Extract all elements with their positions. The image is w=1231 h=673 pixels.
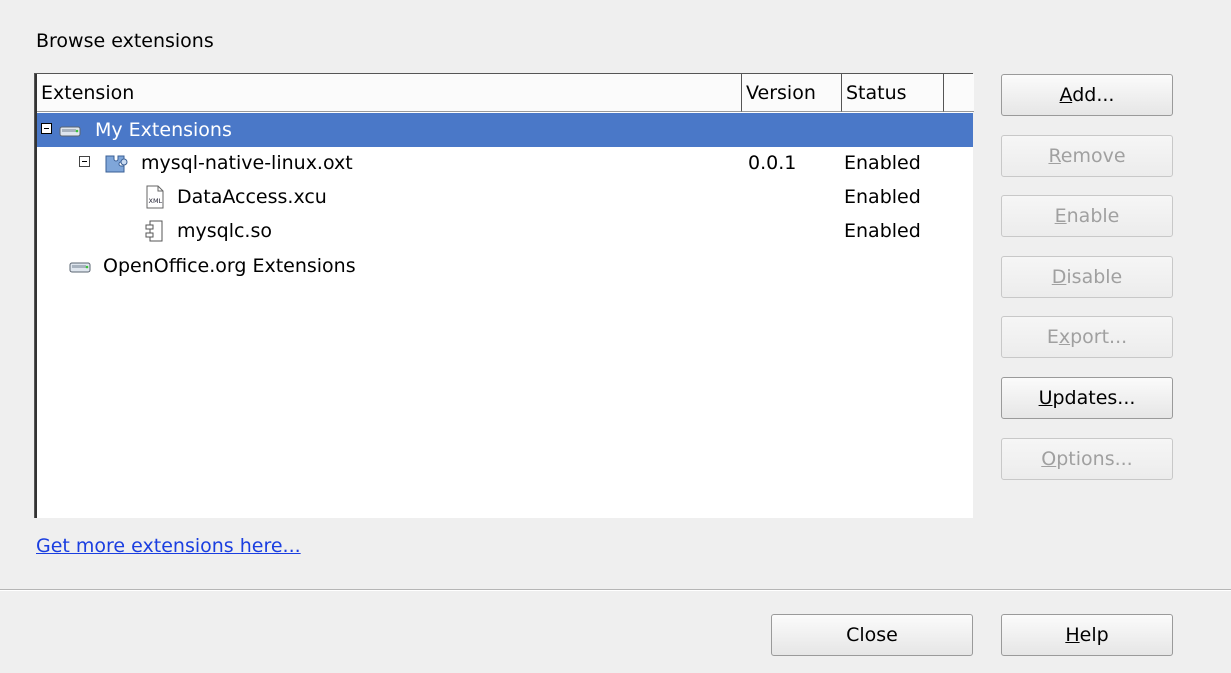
separator-highlight xyxy=(0,590,1231,591)
tree-header: Extension Version Status xyxy=(35,74,974,112)
drive-icon xyxy=(69,255,91,289)
tree-row-dataaccess[interactable]: XML DataAccess.xcu Enabled xyxy=(37,180,973,214)
tree-item-label: My Extensions xyxy=(95,119,232,141)
column-header-extension[interactable]: Extension xyxy=(37,74,742,112)
tree-item-label: OpenOffice.org Extensions xyxy=(103,255,356,277)
get-more-extensions-link[interactable]: Get more extensions here... xyxy=(36,535,301,557)
close-button[interactable]: Close xyxy=(771,614,973,656)
help-button[interactable]: Help xyxy=(1001,614,1173,656)
disable-button[interactable]: Disable xyxy=(1001,256,1173,298)
tree-item-status: Enabled xyxy=(844,152,921,174)
svg-text:XML: XML xyxy=(149,197,163,205)
tree-row-mysqlc[interactable]: mysqlc.so Enabled xyxy=(37,214,973,248)
updates-button[interactable]: Updates... xyxy=(1001,377,1173,419)
column-header-filler xyxy=(944,74,974,112)
enable-button[interactable]: Enable xyxy=(1001,195,1173,237)
column-header-version[interactable]: Version xyxy=(742,74,842,112)
tree-item-status: Enabled xyxy=(844,220,921,242)
extensions-tree[interactable]: Extension Version Status My Extensions m… xyxy=(34,73,974,518)
column-header-status[interactable]: Status xyxy=(842,74,944,112)
export-button[interactable]: Export... xyxy=(1001,316,1173,358)
collapse-icon[interactable] xyxy=(79,156,90,167)
remove-button[interactable]: Remove xyxy=(1001,135,1173,177)
tree-row-openoffice-extensions[interactable]: OpenOffice.org Extensions xyxy=(37,249,973,283)
tree-item-version: 0.0.1 xyxy=(748,152,797,174)
group-title: Browse extensions xyxy=(36,30,214,52)
tree-item-label: mysql-native-linux.oxt xyxy=(141,152,353,174)
tree-item-label: DataAccess.xcu xyxy=(177,186,327,208)
tree-item-label: mysqlc.so xyxy=(177,220,272,242)
tree-row-my-extensions[interactable]: My Extensions xyxy=(37,113,973,147)
add-button[interactable]: Add... xyxy=(1001,74,1173,116)
collapse-icon[interactable] xyxy=(41,123,52,134)
tree-item-status: Enabled xyxy=(844,186,921,208)
options-button[interactable]: Options... xyxy=(1001,438,1173,480)
tree-row-mysql-native-linux[interactable]: mysql-native-linux.oxt 0.0.1 Enabled xyxy=(37,146,973,180)
